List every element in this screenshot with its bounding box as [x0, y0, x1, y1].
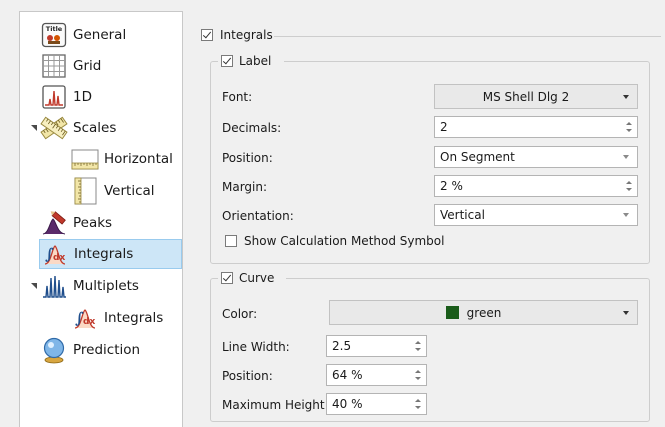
- spin-down-icon[interactable]: [415, 406, 421, 409]
- spin-down-icon[interactable]: [415, 348, 421, 351]
- curve-position-label: Position:: [222, 369, 273, 383]
- margin-spinbox[interactable]: 2 %: [434, 175, 638, 197]
- title-icon: Title: [40, 21, 68, 49]
- orientation-select[interactable]: Vertical: [434, 204, 638, 226]
- max-height-spinbox[interactable]: 40 %: [326, 393, 427, 415]
- vertical-ruler-icon: [71, 177, 99, 205]
- grid-icon: [40, 52, 68, 80]
- tree-item-multiplet-integrals[interactable]: ∫ dx Integrals: [71, 303, 163, 333]
- show-calc-method-label: Show Calculation Method Symbol: [244, 234, 445, 248]
- tree-item-label: 1D: [73, 89, 92, 105]
- decimals-spinbox[interactable]: 2: [434, 116, 638, 138]
- font-value: MS Shell Dlg 2: [482, 89, 570, 104]
- line-width-value: 2.5: [332, 339, 352, 353]
- tree-item-label: Integrals: [104, 310, 164, 326]
- label-group-title: Label: [239, 54, 272, 68]
- tree-item-grid[interactable]: Grid: [40, 51, 101, 81]
- orientation-value: Vertical: [440, 208, 485, 222]
- max-height-label: Maximum Height:: [222, 398, 329, 412]
- curve-position-spinbox[interactable]: 64 %: [326, 364, 427, 386]
- curve-position-value: 64 %: [332, 368, 363, 382]
- spectrum-1d-icon: [40, 83, 68, 111]
- label-position-value: On Segment: [440, 150, 515, 164]
- horizontal-ruler-icon: [71, 145, 99, 173]
- tree-item-1d[interactable]: 1D: [40, 82, 92, 112]
- spin-down-icon[interactable]: [415, 377, 421, 380]
- font-select[interactable]: MS Shell Dlg 2: [434, 84, 638, 109]
- line-width-label: Line Width:: [222, 340, 290, 354]
- settings-tree[interactable]: Title General Grid 1D Scales Horizontal …: [19, 11, 183, 427]
- divider: [274, 36, 661, 37]
- svg-text:Title: Title: [46, 25, 63, 33]
- tree-item-label: Grid: [73, 58, 102, 74]
- svg-text:dx: dx: [53, 253, 65, 263]
- color-value: green: [466, 305, 502, 320]
- tree-item-scales[interactable]: Scales: [40, 113, 116, 143]
- integrals-checkbox[interactable]: [201, 29, 213, 41]
- curve-group-title: Curve: [239, 271, 275, 285]
- chevron-down-icon: [623, 213, 629, 217]
- tree-item-label: Peaks: [73, 215, 113, 231]
- tree-item-vertical[interactable]: Vertical: [71, 176, 155, 206]
- tree-item-horizontal[interactable]: Horizontal: [71, 144, 173, 174]
- svg-text:dx: dx: [83, 317, 95, 327]
- expand-arrow-icon[interactable]: [31, 283, 37, 289]
- position-label: Position:: [222, 151, 273, 165]
- spin-down-icon[interactable]: [626, 129, 632, 132]
- show-calc-method-checkbox[interactable]: [225, 235, 237, 247]
- tree-item-general[interactable]: Title General: [40, 20, 126, 50]
- tree-item-prediction[interactable]: Prediction: [40, 335, 140, 365]
- font-label: Font:: [222, 90, 253, 104]
- chevron-down-icon: [623, 310, 629, 315]
- tree-item-label: Scales: [73, 120, 117, 136]
- label-checkbox[interactable]: [221, 55, 233, 67]
- spin-up-icon[interactable]: [415, 341, 421, 344]
- curve-checkbox[interactable]: [221, 272, 233, 284]
- color-label: Color:: [222, 307, 258, 321]
- multiplet-icon: [40, 272, 68, 300]
- decimals-label: Decimals:: [222, 121, 282, 135]
- integral-icon: ∫ dx: [71, 304, 99, 332]
- ruler-icon: [40, 114, 68, 142]
- chevron-down-icon: [623, 155, 629, 159]
- spin-down-icon[interactable]: [626, 188, 632, 191]
- integrals-title: Integrals: [218, 28, 275, 42]
- tree-item-integrals[interactable]: ∫ dx Integrals: [39, 239, 182, 269]
- color-select[interactable]: green: [329, 300, 638, 325]
- tree-item-peaks[interactable]: Peaks: [40, 208, 112, 238]
- decimals-value: 2: [440, 120, 448, 134]
- expand-arrow-icon[interactable]: [31, 125, 37, 131]
- orientation-label: Orientation:: [222, 209, 294, 223]
- max-height-value: 40 %: [332, 397, 363, 411]
- margin-value: 2 %: [440, 179, 463, 193]
- spin-up-icon[interactable]: [415, 399, 421, 402]
- tree-item-label: Horizontal: [104, 151, 173, 167]
- chevron-down-icon: [623, 94, 629, 99]
- tree-item-label: Multiplets: [73, 278, 139, 294]
- spin-up-icon[interactable]: [626, 181, 632, 184]
- label-position-select[interactable]: On Segment: [434, 146, 638, 168]
- tree-item-label: General: [73, 27, 127, 43]
- prediction-icon: [40, 336, 68, 364]
- tree-item-multiplets[interactable]: Multiplets: [40, 271, 139, 301]
- tree-item-label: Vertical: [104, 183, 155, 199]
- line-width-spinbox[interactable]: 2.5: [326, 335, 427, 357]
- color-swatch: [445, 305, 459, 319]
- spin-up-icon[interactable]: [626, 122, 632, 125]
- tree-item-label: Prediction: [73, 342, 141, 358]
- peak-pick-icon: [40, 209, 68, 237]
- tree-item-label: Integrals: [74, 246, 134, 262]
- spin-up-icon[interactable]: [415, 370, 421, 373]
- margin-label: Margin:: [222, 180, 268, 194]
- color-value-wrap: green: [330, 305, 617, 320]
- integral-icon: ∫ dx: [41, 240, 69, 268]
